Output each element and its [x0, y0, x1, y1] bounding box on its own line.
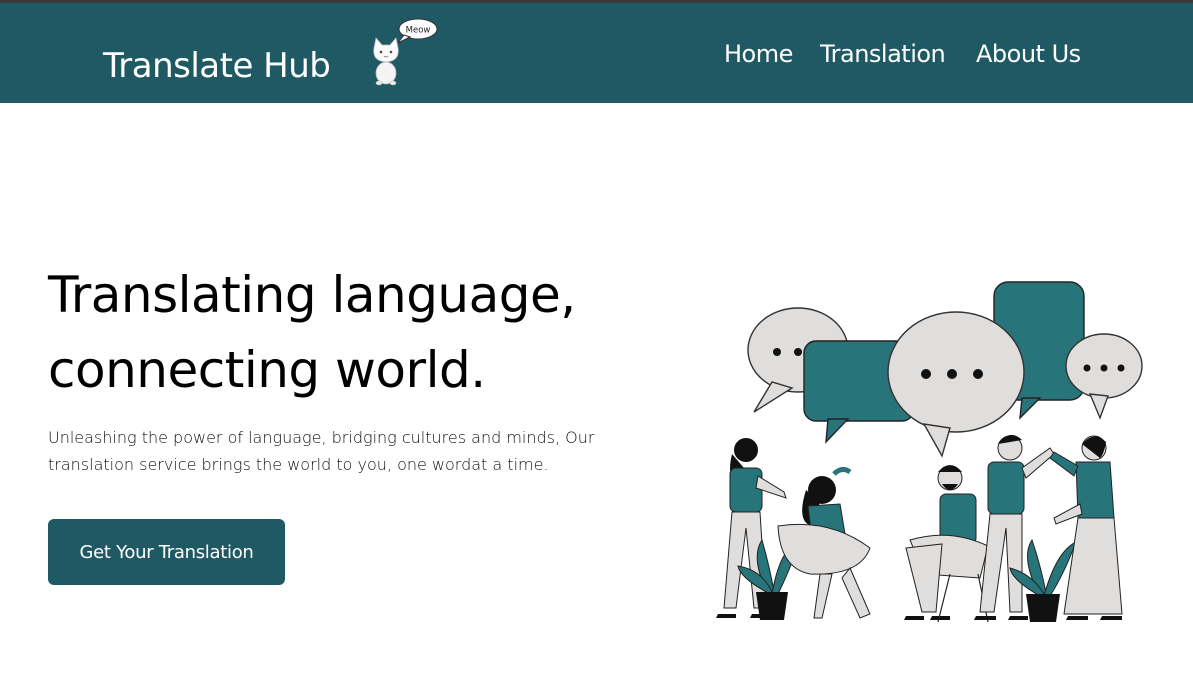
hero-title: Translating language, connecting world.: [48, 258, 688, 408]
nav-link-home[interactable]: Home: [724, 40, 793, 68]
person-seated-woman: [777, 466, 871, 619]
brand-logo-text[interactable]: Translate Hub: [103, 46, 331, 86]
person-seated-man: [904, 465, 989, 623]
cat-mascot-icon: Meow: [373, 18, 438, 86]
speech-bubbles: [747, 281, 1143, 458]
navbar: Translate Hub Meow Home Translation Abou…: [0, 3, 1193, 103]
hero-title-line-2: connecting world.: [48, 341, 486, 399]
meow-text: Meow: [406, 26, 431, 36]
person-standing-woman-right: [1049, 435, 1123, 620]
nav-link-about-us[interactable]: About Us: [976, 40, 1081, 68]
hero-title-line-1: Translating language,: [48, 266, 576, 324]
hero-subtitle: Unleashing the power of language, bridgi…: [48, 428, 595, 474]
get-translation-button[interactable]: Get Your Translation: [48, 519, 285, 585]
nav-link-translation[interactable]: Translation: [820, 40, 946, 68]
people-conversation-illustration: [716, 281, 1143, 623]
